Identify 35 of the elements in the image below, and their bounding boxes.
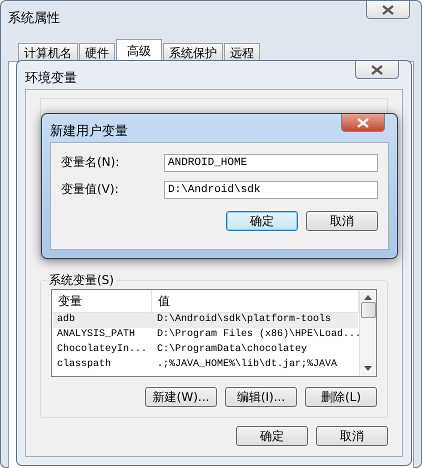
scrollbar[interactable] <box>359 290 376 376</box>
column-header[interactable]: 变量 <box>52 290 152 312</box>
window-title: 环境变量 <box>25 70 77 87</box>
input-field[interactable]: D:\Android\sdk <box>164 180 378 198</box>
close-icon <box>371 64 383 74</box>
dialog-button[interactable]: 确定 <box>226 211 298 231</box>
dialog-button[interactable]: 取消 <box>316 426 388 446</box>
window-title: 系统属性 <box>8 10 60 27</box>
dialog-button[interactable]: 取消 <box>306 211 378 231</box>
dialog-button[interactable]: 确定 <box>236 426 308 446</box>
tab[interactable]: 计算机名 <box>18 43 78 61</box>
close-icon <box>357 118 369 128</box>
tab[interactable]: 硬件 <box>79 43 115 61</box>
close-button[interactable] <box>355 61 399 79</box>
scroll-down-icon <box>364 366 372 371</box>
field-label: 变量值(V): <box>61 181 120 198</box>
tab[interactable]: 远程 <box>224 43 260 61</box>
field-label: 变量名(N): <box>61 154 120 171</box>
tab[interactable]: 系统保护 <box>163 43 223 61</box>
close-icon <box>382 4 394 14</box>
list-row[interactable]: classpath .;%JAVA_HOME%\lib\dt.jar;%JAVA <box>53 358 358 373</box>
list-row[interactable]: adb D:\Android\sdk\platform-tools <box>53 313 358 328</box>
input-field[interactable]: ANDROID_HOME <box>164 154 378 172</box>
list-action-button[interactable]: 新建(W)... <box>145 387 217 407</box>
scrollbar-thumb[interactable] <box>360 302 376 318</box>
scroll-up-icon <box>364 295 372 300</box>
group-label: 系统变量(S) <box>47 272 116 289</box>
list-action-button[interactable]: 编辑(I)... <box>225 387 297 407</box>
close-button[interactable] <box>366 1 410 19</box>
list-action-button[interactable]: 删除(L) <box>305 387 377 407</box>
close-button[interactable] <box>341 114 385 132</box>
tab[interactable]: 高级 <box>116 39 162 61</box>
window-title: 新建用户变量 <box>50 123 128 140</box>
list-row[interactable]: ANALYSIS_PATH D:\Program Files (x86)\HPE\Load... <box>53 328 358 343</box>
list-row[interactable]: ChocolateyIn... C:\ProgramData\chocolatey <box>53 343 358 358</box>
